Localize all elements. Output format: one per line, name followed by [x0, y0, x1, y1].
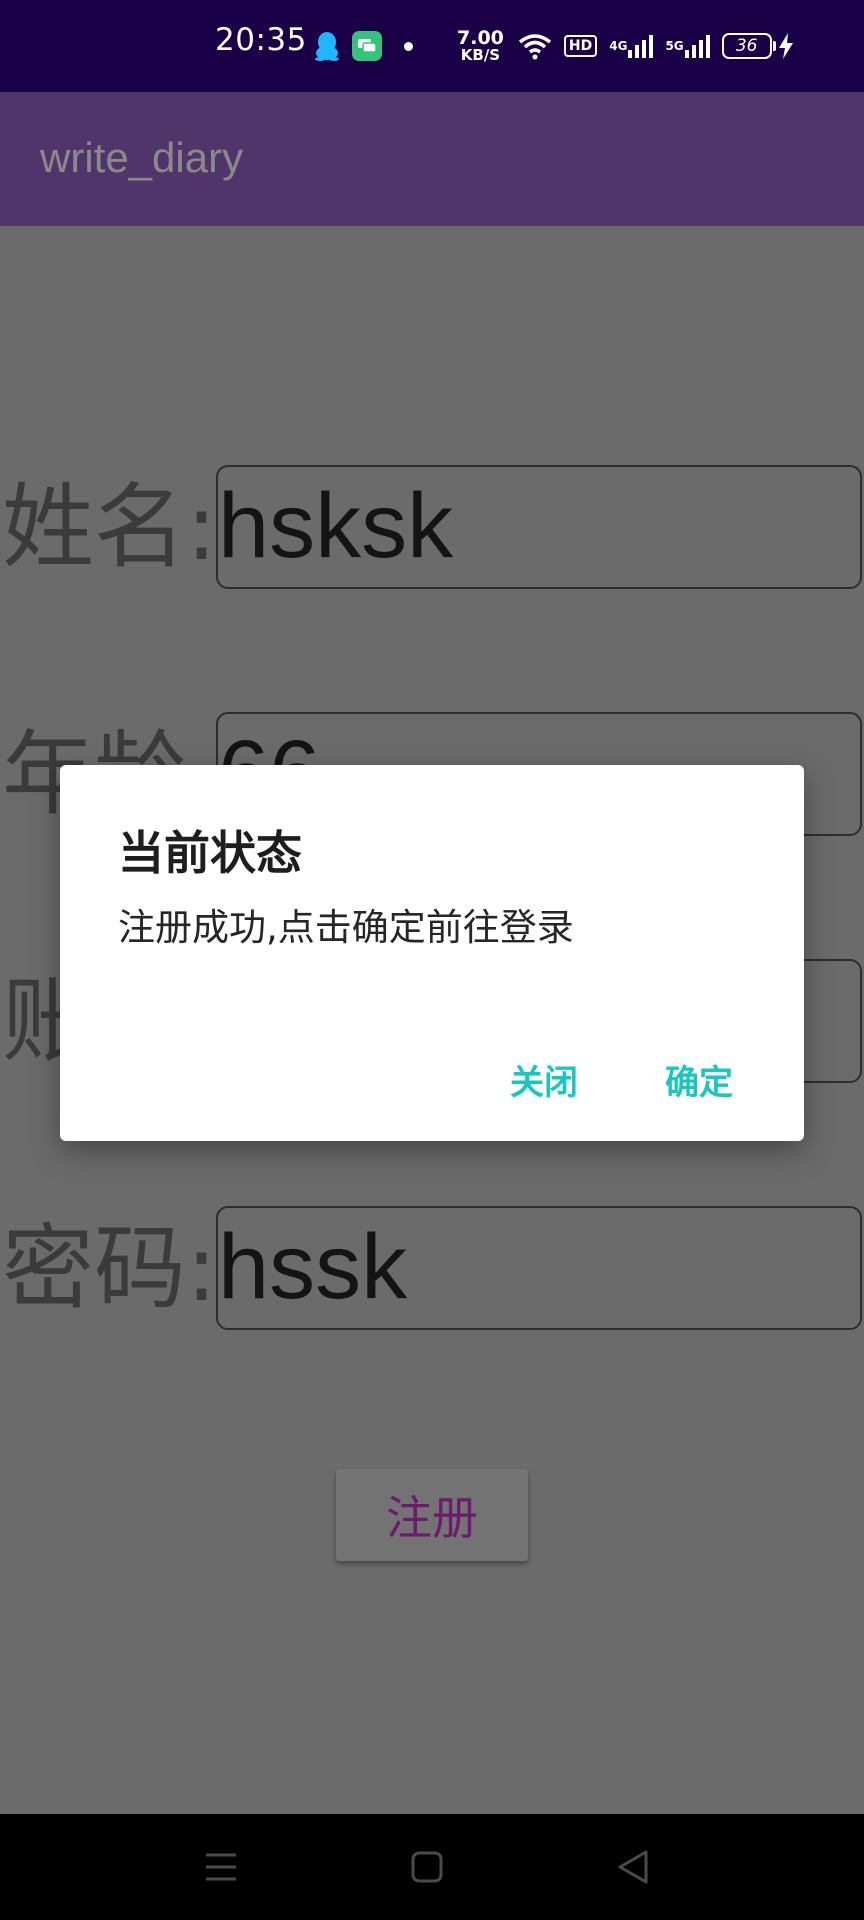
dialog-message: 注册成功,点击确定前往登录	[118, 906, 574, 949]
password-row: 密码: hssk	[0, 1206, 864, 1334]
register-button[interactable]: 注册	[336, 1469, 528, 1561]
status-icons: 7.00 KB/S HD 4G 5G 36	[314, 22, 806, 70]
hd-icon: HD	[563, 35, 598, 57]
close-button[interactable]: 关闭	[510, 1055, 578, 1104]
name-input[interactable]: hsksk	[216, 465, 862, 589]
app-title: write_diary	[40, 134, 244, 181]
status-dialog: 当前状态 注册成功,点击确定前往登录 关闭 确定	[60, 765, 804, 1141]
signal-5g-icon: 5G	[665, 34, 710, 58]
dot-icon	[404, 41, 413, 51]
dialog-title: 当前状态	[118, 826, 302, 880]
home-icon[interactable]	[402, 1842, 452, 1892]
back-icon[interactable]	[608, 1842, 658, 1892]
nav-bar	[0, 1814, 864, 1920]
charging-icon	[778, 33, 794, 59]
name-row: 姓名: hsksk	[0, 465, 864, 593]
message-icon	[352, 31, 382, 61]
signal-4g-icon: 4G	[609, 34, 654, 58]
battery-icon: 36	[721, 33, 776, 59]
name-label: 姓名:	[2, 474, 217, 581]
menu-icon[interactable]	[196, 1842, 246, 1892]
password-input[interactable]: hssk	[216, 1206, 862, 1330]
password-label: 密码:	[2, 1215, 217, 1322]
wifi-icon	[518, 32, 552, 60]
qq-icon	[314, 31, 340, 61]
status-bar: 20:35 7.00 KB/S HD 4G 5G 36	[0, 0, 864, 92]
status-time: 20:35	[215, 22, 307, 58]
confirm-button[interactable]: 确定	[665, 1055, 733, 1104]
app-bar: write_diary	[0, 92, 864, 226]
network-speed: 7.00 KB/S	[457, 27, 504, 64]
